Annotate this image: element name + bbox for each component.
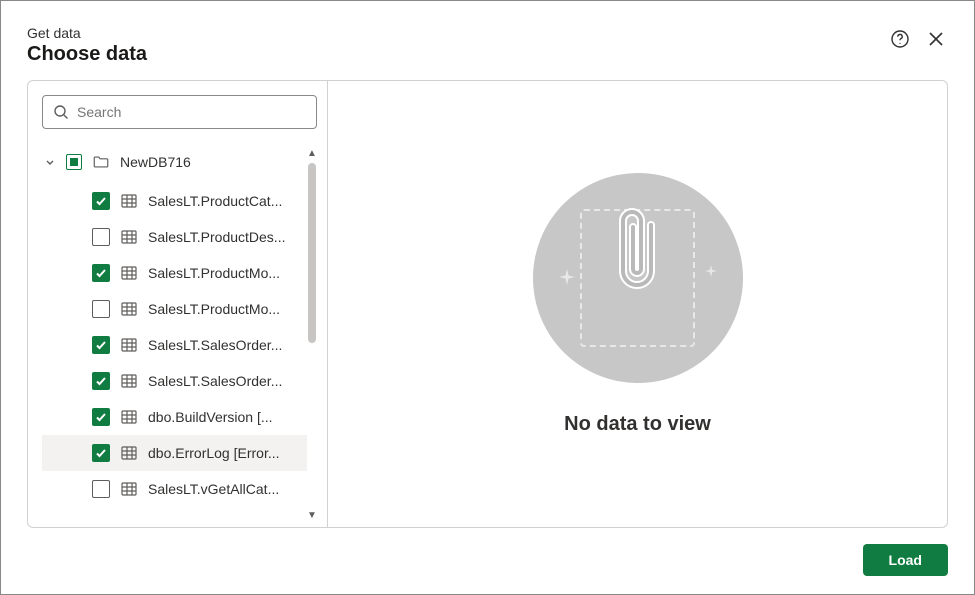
tree-item[interactable]: SalesLT.vGetAllCat... (42, 471, 307, 507)
tree-item-label: SalesLT.SalesOrder... (148, 337, 282, 353)
tree-item[interactable]: SalesLT.ProductMo... (42, 291, 307, 327)
checkbox[interactable] (92, 336, 110, 354)
table-icon (120, 372, 138, 390)
help-button[interactable] (888, 27, 912, 51)
search-box[interactable] (42, 95, 317, 129)
scroll-thumb[interactable] (308, 163, 316, 343)
tree-item[interactable]: SalesLT.ProductDes... (42, 219, 307, 255)
header-actions (888, 27, 948, 51)
checkbox[interactable] (92, 228, 110, 246)
titles: Get data Choose data (27, 25, 147, 66)
tree-item-label: SalesLT.ProductMo... (148, 265, 280, 281)
checkbox[interactable] (92, 444, 110, 462)
scrollbar[interactable]: ▲ ▼ (307, 147, 317, 521)
scroll-down-arrow-icon[interactable]: ▼ (307, 511, 317, 521)
table-icon (120, 336, 138, 354)
empty-state-text: No data to view (564, 413, 711, 436)
navigator-pane: NewDB716 SalesLT.ProductCat...SalesLT.Pr… (28, 81, 328, 527)
tree-item-label: SalesLT.ProductMo... (148, 301, 280, 317)
tree-item-label: SalesLT.vGetAllCat... (148, 481, 279, 497)
page-title: Choose data (27, 43, 147, 66)
checkbox[interactable] (92, 372, 110, 390)
dialog-body: NewDB716 SalesLT.ProductCat...SalesLT.Pr… (27, 80, 948, 528)
checkbox[interactable] (92, 264, 110, 282)
search-input[interactable] (77, 104, 306, 120)
table-icon (120, 264, 138, 282)
tree-item-label: SalesLT.ProductDes... (148, 229, 285, 245)
table-icon (120, 300, 138, 318)
table-icon (120, 480, 138, 498)
table-icon (120, 192, 138, 210)
table-icon (120, 228, 138, 246)
close-icon (927, 30, 945, 48)
tree-root-row[interactable]: NewDB716 (42, 147, 307, 177)
load-button[interactable]: Load (863, 544, 948, 576)
paperclip-icon (611, 201, 665, 301)
tree-item[interactable]: dbo.BuildVersion [... (42, 399, 307, 435)
object-tree: NewDB716 SalesLT.ProductCat...SalesLT.Pr… (42, 147, 317, 521)
search-icon (53, 104, 69, 120)
tree-item[interactable]: SalesLT.ProductCat... (42, 183, 307, 219)
scroll-up-arrow-icon[interactable]: ▲ (307, 149, 317, 159)
sparkle-icon (559, 269, 575, 285)
tree-item-label: dbo.BuildVersion [... (148, 409, 273, 425)
tree-item[interactable]: dbo.ErrorLog [Error... (42, 435, 307, 471)
dialog-header: Get data Choose data (27, 25, 948, 66)
checkbox[interactable] (92, 300, 110, 318)
close-button[interactable] (924, 27, 948, 51)
checkbox[interactable] (92, 408, 110, 426)
help-icon (890, 29, 910, 49)
tree-item-label: SalesLT.ProductCat... (148, 193, 282, 209)
checkbox-indeterminate[interactable] (66, 154, 82, 170)
tree-item[interactable]: SalesLT.SalesOrder... (42, 327, 307, 363)
supertitle: Get data (27, 25, 147, 41)
checkbox[interactable] (92, 192, 110, 210)
choose-data-dialog: Get data Choose data (0, 0, 975, 595)
folder-icon (92, 153, 110, 171)
tree-item-label: dbo.ErrorLog [Error... (148, 445, 280, 461)
preview-pane: No data to view (328, 81, 947, 527)
empty-state-graphic (533, 173, 743, 383)
tree-inner: NewDB716 SalesLT.ProductCat...SalesLT.Pr… (42, 147, 307, 521)
tree-root-label: NewDB716 (120, 154, 191, 170)
tree-item[interactable]: SalesLT.SalesOrder... (42, 363, 307, 399)
tree-items: SalesLT.ProductCat... SalesLT.ProductDes.… (42, 183, 307, 507)
tree-item[interactable]: SalesLT.ProductMo... (42, 255, 307, 291)
sparkle-icon (705, 265, 717, 277)
checkbox[interactable] (92, 480, 110, 498)
tree-item-label: SalesLT.SalesOrder... (148, 373, 282, 389)
chevron-down-icon (44, 156, 56, 168)
dialog-footer: Load (27, 544, 948, 576)
table-icon (120, 444, 138, 462)
table-icon (120, 408, 138, 426)
